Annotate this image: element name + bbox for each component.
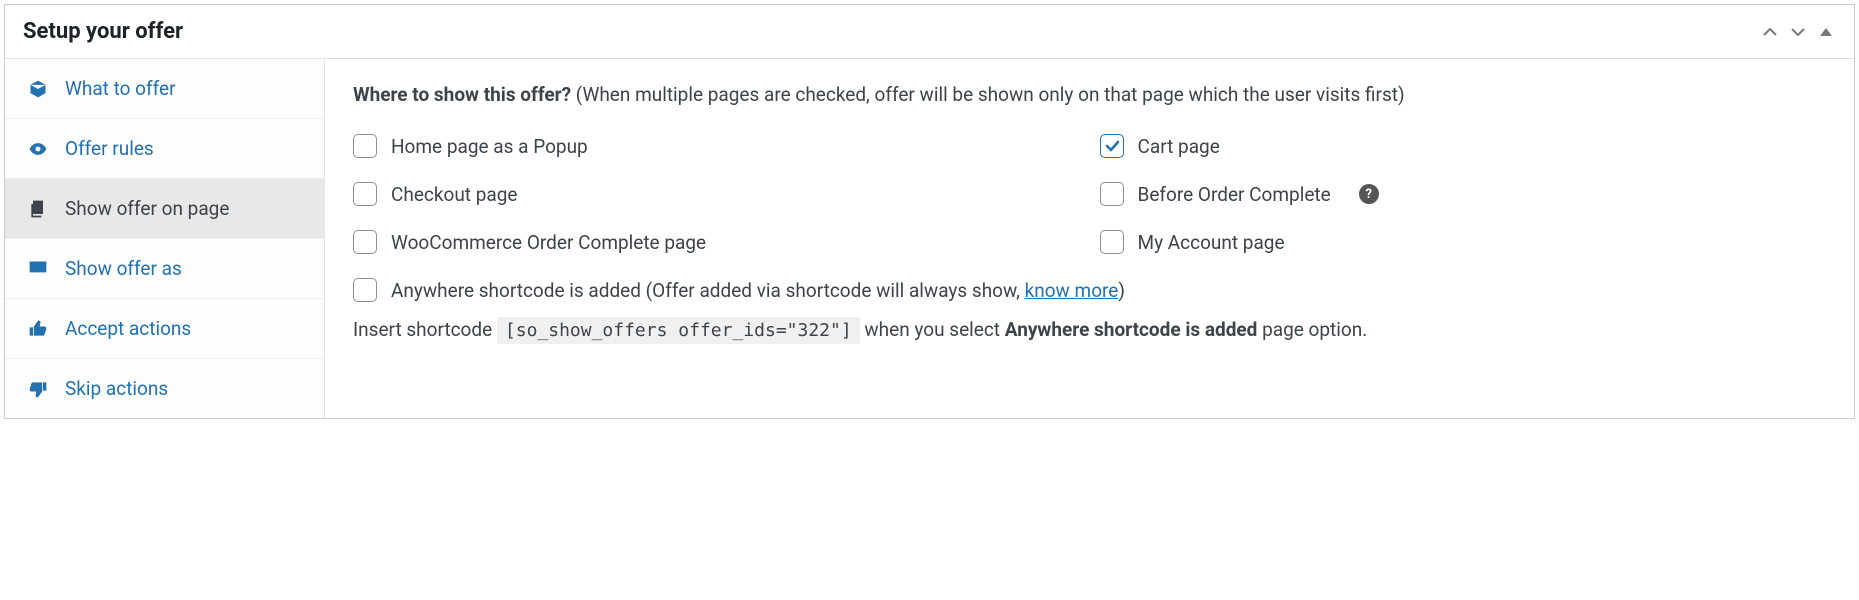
thumbs-up-icon <box>27 318 49 340</box>
eye-icon <box>27 138 49 160</box>
option-woo-order-complete[interactable]: WooCommerce Order Complete page <box>353 230 1080 254</box>
panel-body: What to offer Offer rules Show offer on … <box>5 59 1854 418</box>
section-heading: Where to show this offer? (When multiple… <box>353 83 1826 106</box>
heading-question: Where to show this offer? <box>353 83 571 106</box>
panel-title: Setup your offer <box>23 19 183 44</box>
options-grid: Home page as a Popup Cart page Checkout … <box>353 134 1826 254</box>
sidebar-item-label: Show offer on page <box>65 197 229 220</box>
sidebar-item-accept-actions[interactable]: Accept actions <box>5 299 324 359</box>
checkbox-before-order-complete[interactable] <box>1100 182 1124 206</box>
thumbs-down-icon <box>27 378 49 400</box>
checkbox-woo-order-complete[interactable] <box>353 230 377 254</box>
option-label: Home page as a Popup <box>391 135 588 158</box>
option-my-account[interactable]: My Account page <box>1100 230 1827 254</box>
know-more-link[interactable]: know more <box>1025 279 1119 302</box>
option-label: WooCommerce Order Complete page <box>391 231 706 254</box>
shortcode-post: page option. <box>1262 318 1367 341</box>
panel-move-up-button[interactable] <box>1760 22 1780 42</box>
panel-controls <box>1760 22 1836 42</box>
box-icon <box>27 78 49 100</box>
sidebar-item-skip-actions[interactable]: Skip actions <box>5 359 324 418</box>
option-label: Before Order Complete <box>1138 183 1331 206</box>
option-label: Cart page <box>1138 135 1220 158</box>
sidebar-item-offer-rules[interactable]: Offer rules <box>5 119 324 179</box>
sidebar-item-label: Skip actions <box>65 377 168 400</box>
pages-icon <box>27 198 49 220</box>
sidebar-item-label: Offer rules <box>65 137 154 160</box>
panel-move-down-button[interactable] <box>1788 22 1808 42</box>
anywhere-note-post: ) <box>1118 279 1125 302</box>
anywhere-label: Anywhere shortcode is added <box>391 279 641 302</box>
main-content: Where to show this offer? (When multiple… <box>325 59 1854 418</box>
checkbox-cart-page[interactable] <box>1100 134 1124 158</box>
shortcode-bold: Anywhere shortcode is added <box>1005 318 1258 341</box>
sidebar-item-label: Accept actions <box>65 317 191 340</box>
checkbox-checkout[interactable] <box>353 182 377 206</box>
checkbox-anywhere-shortcode[interactable] <box>353 278 377 302</box>
sidebar: What to offer Offer rules Show offer on … <box>5 59 325 418</box>
option-home-popup[interactable]: Home page as a Popup <box>353 134 1080 158</box>
option-checkout[interactable]: Checkout page <box>353 182 1080 206</box>
setup-offer-panel: Setup your offer What to offer <box>4 4 1855 419</box>
option-cart-page[interactable]: Cart page <box>1100 134 1827 158</box>
shortcode-instruction: Insert shortcode [so_show_offers offer_i… <box>353 314 1826 347</box>
option-label: My Account page <box>1138 231 1285 254</box>
panel-header: Setup your offer <box>5 5 1854 59</box>
sidebar-item-show-offer-as[interactable]: Show offer as <box>5 239 324 299</box>
shortcode-pre: Insert shortcode <box>353 318 497 341</box>
checkbox-my-account[interactable] <box>1100 230 1124 254</box>
shortcode-code: [so_show_offers offer_ids="322"] <box>497 317 860 344</box>
help-icon[interactable]: ? <box>1359 184 1379 204</box>
option-label: Checkout page <box>391 183 517 206</box>
sidebar-item-label: Show offer as <box>65 257 182 280</box>
panel-toggle-button[interactable] <box>1816 22 1836 42</box>
option-before-order-complete[interactable]: Before Order Complete ? <box>1100 182 1827 206</box>
heading-note: (When multiple pages are checked, offer … <box>576 83 1405 106</box>
checkbox-home-popup[interactable] <box>353 134 377 158</box>
sidebar-item-label: What to offer <box>65 77 176 100</box>
monitor-icon <box>27 258 49 280</box>
anywhere-note-pre: (Offer added via shortcode will always s… <box>646 279 1025 302</box>
sidebar-item-show-offer-on-page[interactable]: Show offer on page <box>5 179 324 239</box>
shortcode-mid: when you select <box>864 318 1004 341</box>
sidebar-item-what-to-offer[interactable]: What to offer <box>5 59 324 119</box>
option-anywhere-shortcode[interactable]: Anywhere shortcode is added (Offer added… <box>353 278 1826 302</box>
